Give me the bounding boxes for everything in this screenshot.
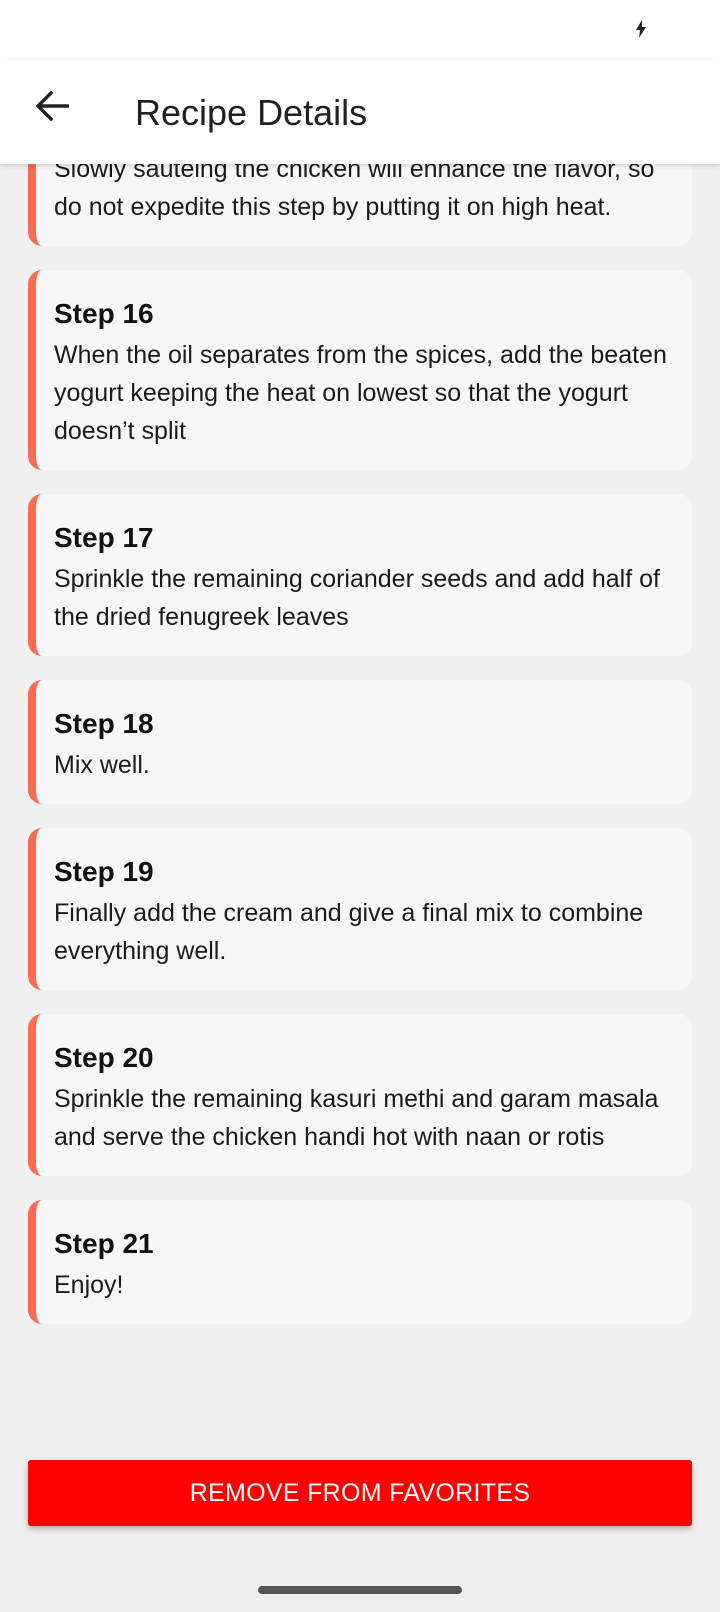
step-card-16: Step 16 When the oil separates from the … <box>28 270 692 470</box>
step-text: Enjoy! <box>54 1271 124 1299</box>
step-card-18: Step 18 Mix well. <box>28 680 692 804</box>
remove-from-favorites-button[interactable]: REMOVE FROM FAVORITES <box>28 1460 692 1526</box>
battery-charging-icon <box>636 20 646 38</box>
step-title: Step 20 <box>54 1042 154 1073</box>
home-indicator[interactable] <box>258 1586 462 1594</box>
arrow-left-icon <box>35 90 70 126</box>
step-text: Mix well. <box>54 751 150 779</box>
step-title: Step 21 <box>54 1228 154 1259</box>
step-text: Finally add the cream and give a final m… <box>54 899 644 965</box>
step-card-15: Slowly sautéing the chicken will enhance… <box>28 164 692 246</box>
step-text: Slowly sautéing the chicken will enhance… <box>54 164 655 221</box>
step-text: Sprinkle the remaining coriander seeds a… <box>54 565 660 631</box>
back-button[interactable] <box>28 84 76 132</box>
page-title: Recipe Details <box>135 92 368 133</box>
step-text: When the oil separates from the spices, … <box>54 341 667 445</box>
step-text: Sprinkle the remaining kasuri methi and … <box>54 1085 659 1151</box>
step-title: Step 16 <box>54 298 154 329</box>
status-bar <box>0 0 720 60</box>
app-bar: Recipe Details <box>0 60 720 164</box>
step-card-17: Step 17 Sprinkle the remaining coriander… <box>28 494 692 656</box>
step-card-19: Step 19 Finally add the cream and give a… <box>28 828 692 990</box>
step-card-20: Step 20 Sprinkle the remaining kasuri me… <box>28 1014 692 1176</box>
step-card-21: Step 21 Enjoy! <box>28 1200 692 1324</box>
step-title: Step 17 <box>54 522 154 553</box>
steps-scroll-area[interactable]: Slowly sautéing the chicken will enhance… <box>0 164 720 1612</box>
steps-list: Slowly sautéing the chicken will enhance… <box>28 164 692 1348</box>
step-title: Step 18 <box>54 708 154 739</box>
step-title: Step 19 <box>54 856 154 887</box>
